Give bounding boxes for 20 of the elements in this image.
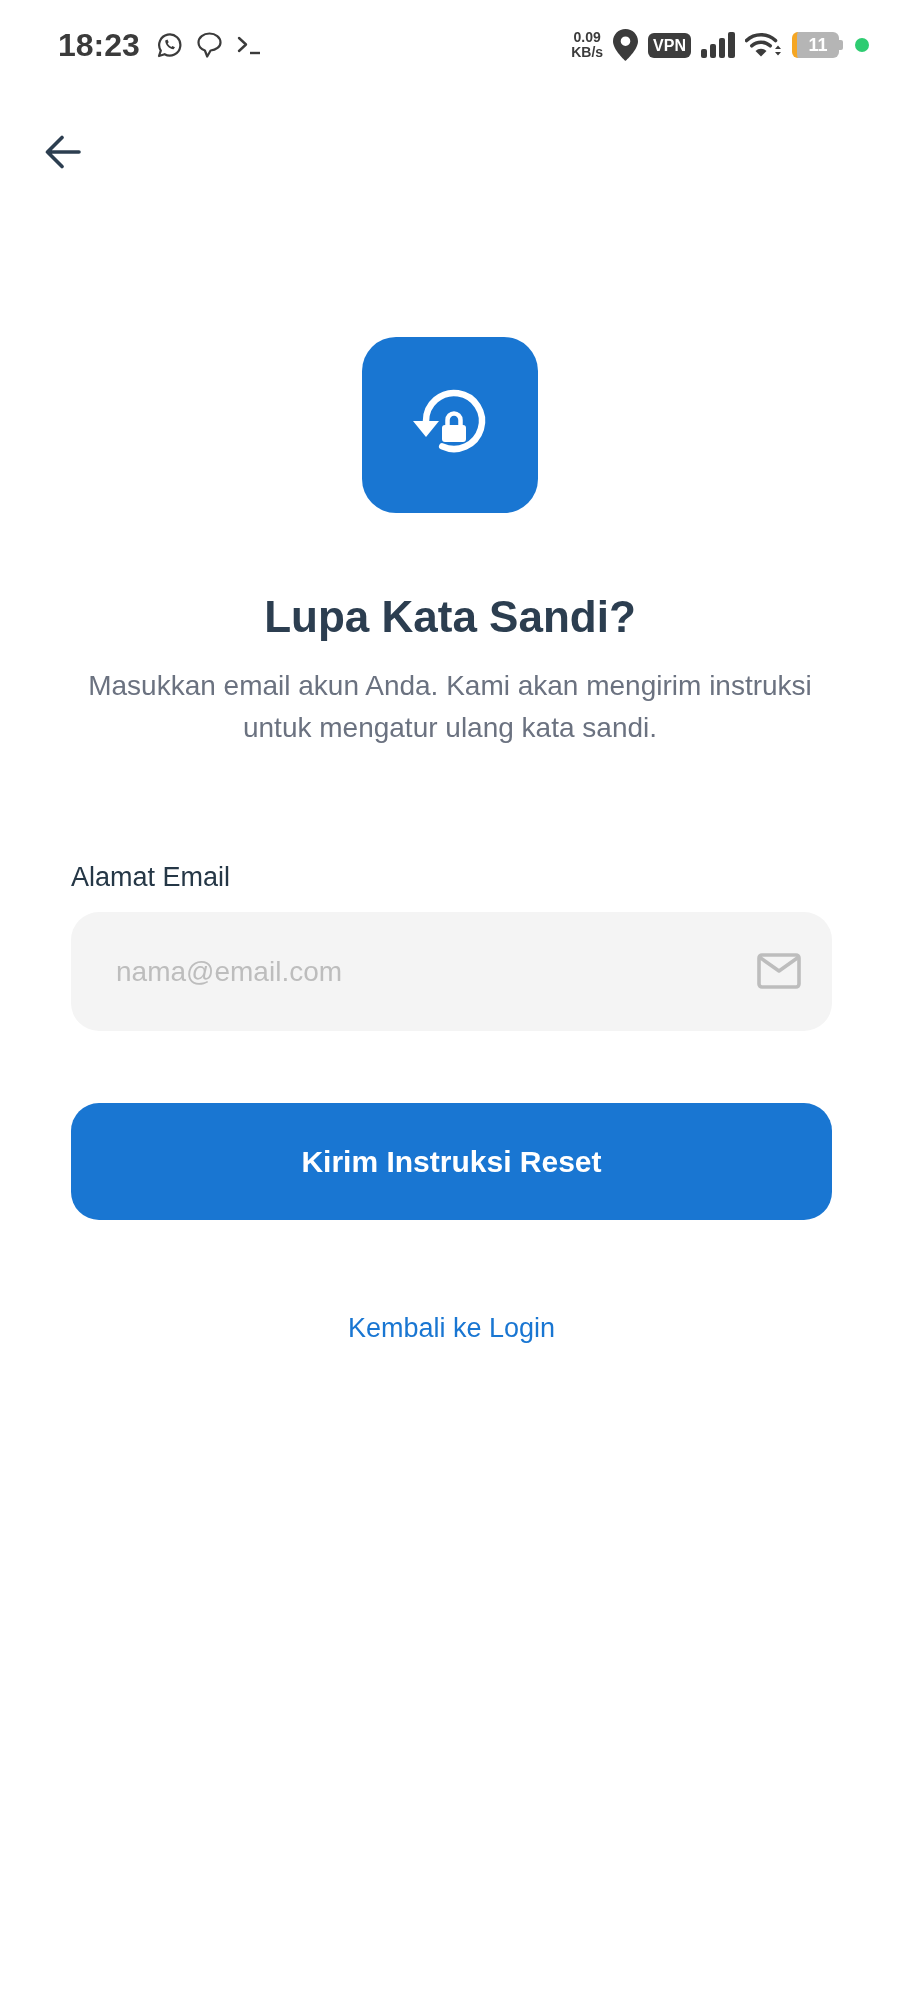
arrow-left-icon	[45, 135, 81, 169]
location-pin-icon	[613, 29, 639, 61]
network-speed-value: 0.09	[573, 30, 601, 45]
signal-icon	[701, 32, 735, 58]
wifi-icon	[745, 32, 782, 58]
back-to-login-link[interactable]: Kembali ke Login	[347, 1312, 556, 1344]
status-time: 18:23	[58, 29, 140, 61]
terminal-icon	[236, 35, 261, 55]
vpn-indicator: VPN	[648, 32, 691, 58]
page-title: Lupa Kata Sandi?	[264, 591, 636, 643]
mail-icon	[757, 953, 801, 989]
battery-indicator: 11	[792, 32, 843, 58]
submit-button[interactable]: Kirim Instruksi Reset	[71, 1103, 832, 1220]
description-text: Masukkan email akun Anda. Kami akan mengirim instruksi untuk mengatur ulang kata sandi.	[87, 669, 813, 745]
speech-bubble-icon	[196, 32, 222, 58]
chat-phone-icon	[155, 32, 182, 58]
lock-reset-icon	[362, 337, 538, 513]
status-dot-icon	[855, 38, 869, 52]
network-speed-unit: KB/s	[571, 45, 604, 60]
email-label: Alamat Email	[71, 861, 231, 893]
